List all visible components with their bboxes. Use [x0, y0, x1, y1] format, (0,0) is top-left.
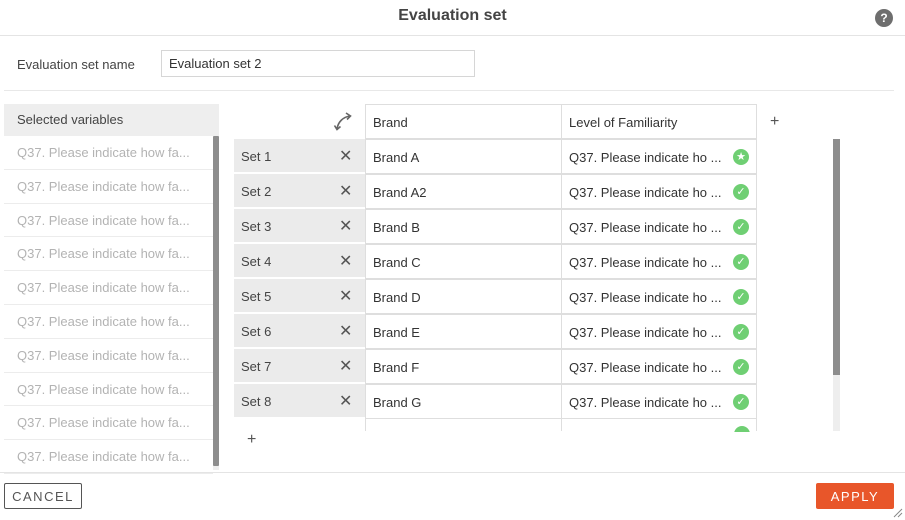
set-label: Set 6	[241, 324, 272, 339]
variable-item[interactable]: Q37. Please indicate how fa...	[4, 271, 213, 305]
grid-scrollbar[interactable]	[833, 139, 840, 431]
column-header-level-of-familiarity[interactable]: Level of Familiarity	[561, 104, 757, 139]
familiarity-text: Q37. Please indicate ho ...	[569, 290, 722, 305]
star-check-icon: ★	[733, 149, 749, 165]
set-cell: Set 5 ✕	[234, 279, 365, 313]
familiarity-text: Q37. Please indicate ho ...	[569, 150, 722, 165]
variable-item[interactable]: Q37. Please indicate how fa...	[4, 170, 213, 204]
variables-scrollbar-thumb[interactable]	[213, 136, 219, 466]
set-cell: Set 6 ✕	[234, 314, 365, 348]
set-label: Set 8	[241, 394, 272, 409]
check-circle-icon: ✓	[733, 359, 749, 375]
evaluation-set-name-input[interactable]	[161, 50, 475, 77]
familiarity-text: Q37. Please indicate ho ...	[569, 360, 722, 375]
remove-set-icon[interactable]: ✕	[339, 356, 352, 376]
brand-cell[interactable]: Brand F	[365, 349, 562, 384]
evaluation-set-name-label: Evaluation set name	[17, 57, 135, 72]
variable-item[interactable]: Q37. Please indicate how fa...	[4, 204, 213, 238]
familiarity-cell[interactable]: Q37. Please indicate ho ... ✓	[561, 349, 757, 384]
set-cell: Set 7 ✕	[234, 349, 365, 383]
check-circle-icon: ✓	[733, 184, 749, 200]
set-cell: Set 3 ✕	[234, 209, 365, 243]
familiarity-text: Q37. Please indicate ho ...	[569, 185, 722, 200]
remove-set-icon[interactable]: ✕	[339, 391, 352, 411]
familiarity-text: Q37. Please indicate ho ...	[569, 255, 722, 270]
divider	[4, 90, 894, 91]
familiarity-text: Q37. Please indicate ho ...	[569, 325, 722, 340]
set-cell: Set 1 ✕	[234, 139, 365, 173]
brand-cell[interactable]: Brand E	[365, 314, 562, 349]
variable-item[interactable]: Q37. Please indicate how fa...	[4, 440, 213, 474]
set-cell: Set 8 ✕	[234, 384, 365, 418]
add-row-icon[interactable]: +	[247, 431, 256, 449]
brand-cell[interactable]: Brand G	[365, 384, 562, 419]
check-circle-icon	[734, 426, 750, 432]
familiarity-cell[interactable]: Q37. Please indicate ho ... ✓	[561, 244, 757, 279]
dialog-title-bar: Evaluation set ?	[0, 0, 905, 36]
variable-item[interactable]: Q37. Please indicate how fa...	[4, 373, 213, 407]
set-label: Set 1	[241, 149, 272, 164]
familiarity-cell[interactable]: Q37. Please indicate ho ... ✓	[561, 314, 757, 349]
dialog-footer-divider	[0, 472, 905, 473]
check-circle-icon: ✓	[733, 254, 749, 270]
set-row: Set 8 ✕ Brand G Q37. Please indicate ho …	[234, 384, 757, 419]
set-row: Set 5 ✕ Brand D Q37. Please indicate ho …	[234, 279, 757, 314]
variable-item[interactable]: Q37. Please indicate how fa...	[4, 339, 213, 373]
dialog-title: Evaluation set	[398, 7, 507, 24]
remove-set-icon[interactable]: ✕	[339, 286, 352, 306]
brand-cell[interactable]: Brand D	[365, 279, 562, 314]
set-row: Set 4 ✕ Brand C Q37. Please indicate ho …	[234, 244, 757, 279]
set-row: Set 1 ✕ Brand A Q37. Please indicate ho …	[234, 139, 757, 174]
remove-set-icon[interactable]: ✕	[339, 181, 352, 201]
remove-set-icon[interactable]: ✕	[339, 146, 352, 166]
set-row: Set 3 ✕ Brand B Q37. Please indicate ho …	[234, 209, 757, 244]
set-cell: Set 2 ✕	[234, 174, 365, 208]
column-header-brand[interactable]: Brand	[365, 104, 562, 139]
familiarity-text: Q37. Please indicate ho ...	[569, 220, 722, 235]
variables-scrollbar[interactable]	[213, 136, 219, 470]
check-circle-icon: ✓	[733, 289, 749, 305]
grid-scrollbar-thumb[interactable]	[833, 139, 840, 375]
remove-set-icon[interactable]: ✕	[339, 321, 352, 341]
selected-variables-list: Q37. Please indicate how fa... Q37. Plea…	[4, 136, 213, 474]
set-label: Set 4	[241, 254, 272, 269]
variable-item[interactable]: Q37. Please indicate how fa...	[4, 136, 213, 170]
variable-item[interactable]: Q37. Please indicate how fa...	[4, 237, 213, 272]
brand-cell[interactable]: Brand A	[365, 139, 562, 174]
cancel-button[interactable]: CANCEL	[4, 483, 82, 509]
check-circle-icon: ✓	[733, 219, 749, 235]
apply-button[interactable]: APPLY	[816, 483, 894, 509]
brand-cell[interactable]: Brand A2	[365, 174, 562, 209]
variable-item[interactable]: Q37. Please indicate how fa...	[4, 406, 213, 441]
partial-row-cells	[365, 419, 757, 431]
familiarity-cell[interactable]: Q37. Please indicate ho ... ★	[561, 139, 757, 174]
familiarity-cell[interactable]: Q37. Please indicate ho ... ✓	[561, 279, 757, 314]
set-label: Set 3	[241, 219, 272, 234]
help-icon[interactable]: ?	[875, 9, 893, 27]
set-label: Set 5	[241, 289, 272, 304]
set-row: Set 2 ✕ Brand A2 Q37. Please indicate ho…	[234, 174, 757, 209]
selected-variables-panel: Selected variables Q37. Please indicate …	[4, 104, 219, 474]
set-row: Set 7 ✕ Brand F Q37. Please indicate ho …	[234, 349, 757, 384]
set-label: Set 2	[241, 184, 272, 199]
variable-item[interactable]: Q37. Please indicate how fa...	[4, 305, 213, 339]
selected-variables-header: Selected variables	[4, 104, 219, 136]
swap-axes-icon[interactable]	[333, 111, 355, 133]
check-circle-icon: ✓	[733, 324, 749, 340]
familiarity-text: Q37. Please indicate ho ...	[569, 395, 722, 410]
set-cell: Set 4 ✕	[234, 244, 365, 278]
familiarity-cell[interactable]: Q37. Please indicate ho ... ✓	[561, 209, 757, 244]
brand-cell[interactable]: Brand B	[365, 209, 562, 244]
familiarity-cell[interactable]: Q37. Please indicate ho ... ✓	[561, 384, 757, 419]
resize-grip-icon[interactable]	[893, 508, 903, 518]
set-label: Set 7	[241, 359, 272, 374]
brand-cell[interactable]: Brand C	[365, 244, 562, 279]
add-column-icon[interactable]: +	[770, 113, 779, 131]
remove-set-icon[interactable]: ✕	[339, 251, 352, 271]
set-row: Set 6 ✕ Brand E Q37. Please indicate ho …	[234, 314, 757, 349]
check-circle-icon: ✓	[733, 394, 749, 410]
remove-set-icon[interactable]: ✕	[339, 216, 352, 236]
familiarity-cell[interactable]: Q37. Please indicate ho ... ✓	[561, 174, 757, 209]
